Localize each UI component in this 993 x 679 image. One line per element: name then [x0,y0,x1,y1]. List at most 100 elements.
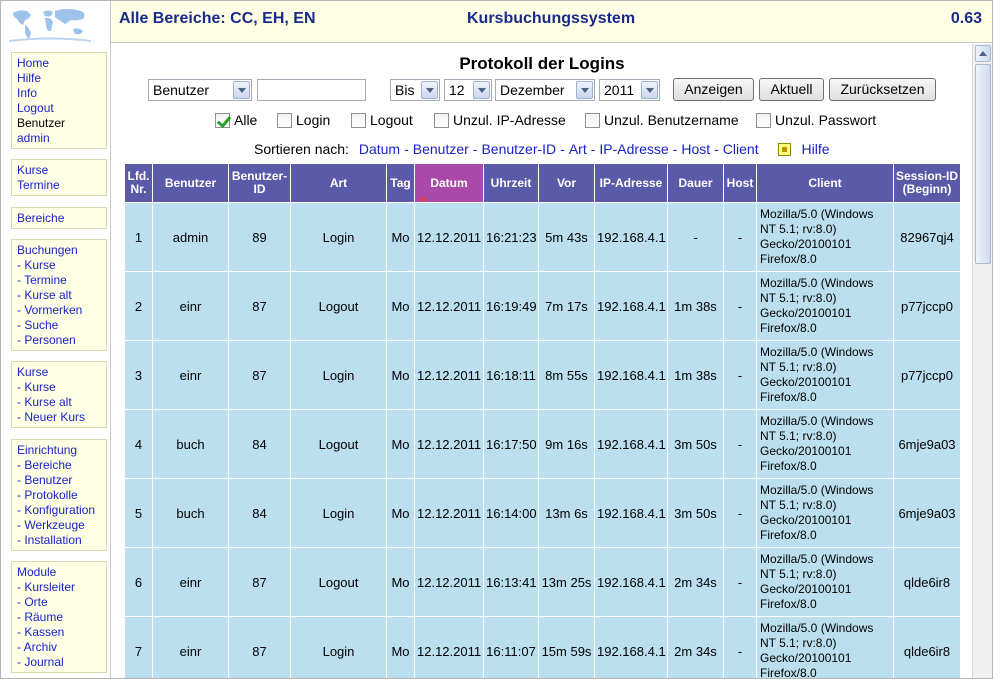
sidebar-link[interactable]: Bereiche [17,211,106,226]
sort-link[interactable]: IP-Adresse [599,141,668,157]
column-header[interactable]: Vor [538,163,595,203]
checkbox-icon[interactable] [351,113,366,128]
month-select[interactable]: Dezember [495,79,595,101]
scroll-up-arrow-icon[interactable] [975,45,991,62]
table-cell: 82967qj4 [893,202,961,272]
checkbox-label: Unzul. Benutzername [604,112,739,128]
sidebar-link[interactable]: - Räume [17,610,106,625]
filter-checkbox[interactable]: Unzul. Passwort [756,112,876,128]
sidebar-link[interactable]: Module [17,565,106,580]
sort-link[interactable]: Benutzer-ID [481,141,556,157]
sort-link[interactable]: Datum [359,141,400,157]
column-header[interactable]: Session-ID (Beginn) [893,163,961,203]
sidebar-link[interactable]: Kurse [17,163,106,178]
sidebar-link[interactable]: - Orte [17,595,106,610]
help-icon[interactable] [778,143,792,156]
filter-checkbox[interactable]: Unzul. IP-Adresse [434,112,566,128]
sidebar-link[interactable]: - Kassen [17,625,106,640]
year-select[interactable]: 2011 [599,79,660,101]
sidebar-link[interactable]: - Kurse alt [17,288,106,303]
show-button[interactable]: Anzeigen [673,78,754,101]
sidebar-link[interactable]: admin [17,131,106,146]
column-header[interactable]: Lfd. Nr. [124,163,153,203]
sidebar-link[interactable]: Kurse [17,365,106,380]
table-cell: - [723,202,757,272]
chevron-down-icon [233,81,250,99]
sidebar-link[interactable]: - Kurse alt [17,395,106,410]
current-button[interactable]: Aktuell [759,78,824,101]
sidebar-link[interactable]: - Termine [17,273,106,288]
column-header[interactable]: Tag [386,163,415,203]
field-select-value: Benutzer [153,82,210,98]
table-cell: buch [152,478,229,548]
sidebar-link[interactable]: - Vormerken [17,303,106,318]
sidebar-link[interactable]: - Journal [17,655,106,670]
help-link[interactable]: Hilfe [801,141,829,157]
sort-link[interactable]: Client [723,141,759,157]
sidebar-link[interactable]: - Kurse [17,380,106,395]
checkbox-icon[interactable] [277,113,292,128]
sidebar-group: Buchungen - Kurse - Termine - Kurse alt - Vo… [11,239,107,351]
sidebar-link[interactable]: - Werkzeuge [17,518,106,533]
field-select[interactable]: Benutzer [148,79,252,101]
column-header[interactable]: Host [723,163,757,203]
sort-separator: - [472,141,478,157]
table-cell: 16:13:41 [483,547,539,617]
table-cell: 1m 38s [667,340,724,410]
table-cell: Logout [290,271,387,341]
table-cell: 9m 16s [538,409,595,479]
sidebar-link[interactable]: Logout [17,101,106,116]
column-header[interactable]: Benutzer-ID [228,163,291,203]
filter-checkbox[interactable]: Alle [215,112,257,128]
column-header-label: Tag [390,175,411,190]
table-cell: 192.168.4.1 [594,340,668,410]
sidebar-link[interactable]: Hilfe [17,71,106,86]
column-header[interactable]: Client [756,163,894,203]
reset-button[interactable]: Zurücksetzen [829,78,936,101]
column-header[interactable]: IP-Adresse [594,163,668,203]
sort-link[interactable]: Art [569,141,587,157]
checkbox-checked-icon[interactable] [215,113,230,128]
table-cell: 16:14:00 [483,478,539,548]
sidebar-link[interactable]: - Personen [17,333,106,348]
sidebar-link[interactable]: - Bereiche [17,458,106,473]
table-cell: Mo [386,409,415,479]
checkbox-icon[interactable] [756,113,771,128]
checkbox-icon[interactable] [434,113,449,128]
checkbox-icon[interactable] [585,113,600,128]
sidebar-link[interactable]: - Installation [17,533,106,548]
filter-checkbox[interactable]: Unzul. Benutzername [585,112,739,128]
day-select[interactable]: 12 [444,79,492,101]
search-input[interactable] [257,79,366,101]
sidebar-link[interactable]: - Benutzer [17,473,106,488]
sidebar-link[interactable]: - Suche [17,318,106,333]
column-header[interactable]: Benutzer [152,163,229,203]
table-cell: Login [290,202,387,272]
table-cell: - [723,271,757,341]
bound-select[interactable]: Bis [390,79,440,101]
vertical-scrollbar[interactable] [972,44,992,678]
sidebar-link[interactable]: Termine [17,178,106,193]
sidebar-link[interactable]: - Neuer Kurs [17,410,106,425]
filter-checkbox[interactable]: Login [277,112,330,128]
column-header[interactable]: Datum [414,163,484,203]
sidebar-link[interactable]: Buchungen [17,243,106,258]
sidebar-link[interactable]: Info [17,86,106,101]
sidebar-link[interactable]: - Konfiguration [17,503,106,518]
sort-link[interactable]: Benutzer [413,141,469,157]
sidebar-link[interactable]: - Archiv [17,640,106,655]
table-cell: 2m 34s [667,547,724,617]
sidebar-link[interactable]: Einrichtung [17,443,106,458]
column-header-label: Host [726,175,754,190]
column-header[interactable]: Art [290,163,387,203]
filter-checkbox[interactable]: Logout [351,112,413,128]
scroll-thumb[interactable] [975,64,991,264]
sort-link[interactable]: Host [681,141,710,157]
table-cell: Mo [386,340,415,410]
column-header[interactable]: Dauer [667,163,724,203]
sidebar-link[interactable]: Home [17,56,106,71]
column-header[interactable]: Uhrzeit [483,163,539,203]
sidebar-link[interactable]: - Kursleiter [17,580,106,595]
sidebar-link[interactable]: - Protokolle [17,488,106,503]
sidebar-link[interactable]: - Kurse [17,258,106,273]
